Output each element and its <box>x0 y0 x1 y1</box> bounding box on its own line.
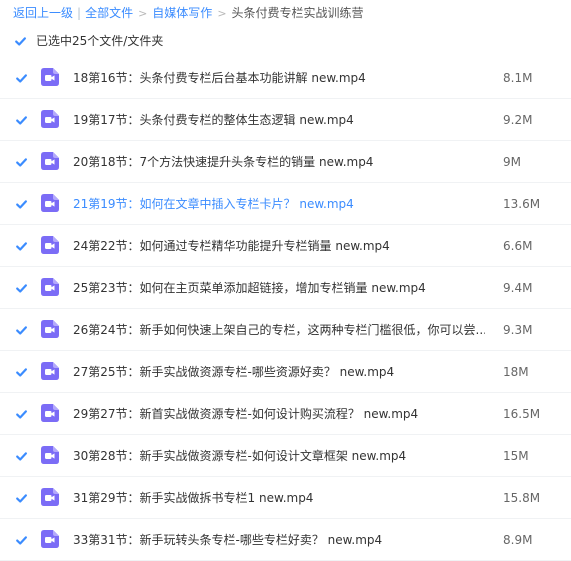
all-files-link[interactable]: 全部文件 <box>85 6 133 20</box>
video-file-icon <box>40 235 60 255</box>
file-size: 15.8M <box>503 491 541 505</box>
file-size: 9.2M <box>503 113 533 127</box>
checkmark-icon <box>16 200 27 209</box>
file-list: 18第16节：头条付费专栏后台基本功能讲解 new.mp4 8.1M 19第17节：… <box>0 57 571 561</box>
file-row[interactable]: 29第27节：新首实战做资源专栏-如何设计购买流程？ new.mp4 16.5M <box>0 393 571 435</box>
file-name[interactable]: 19第17节：头条付费专栏的整体生态逻辑 new.mp4 <box>73 111 485 129</box>
file-row[interactable]: 33第31节：新手玩转头条专栏-哪些专栏好卖？ new.mp4 8.9M <box>0 519 571 561</box>
file-size: 8.1M <box>503 71 533 85</box>
file-row[interactable]: 24第22节：如何通过专栏精华功能提升专栏销量 new.mp4 6.6M <box>0 225 571 267</box>
file-size: 9.3M <box>503 323 533 337</box>
file-checkbox[interactable] <box>15 114 28 127</box>
video-file-icon <box>40 319 60 339</box>
video-file-icon <box>40 487 60 507</box>
checkmark-icon <box>16 158 27 167</box>
breadcrumb-divider: | <box>77 6 82 20</box>
file-name[interactable]: 31第29节：新手实战做拆书专栏1 new.mp4 <box>73 489 485 507</box>
video-file-icon <box>40 403 60 423</box>
file-checkbox[interactable] <box>15 408 28 421</box>
checkmark-icon <box>16 536 27 545</box>
file-row[interactable]: 26第24节：新手如何快速上架自己的专栏，这两种专栏门槛很低，你可以尝... 9.… <box>0 309 571 351</box>
file-row[interactable]: 20第18节：7个方法快速提升头条专栏的销量 new.mp4 9M <box>0 141 571 183</box>
file-size: 8.9M <box>503 533 533 547</box>
checkmark-icon <box>16 452 27 461</box>
file-name[interactable]: 27第25节：新手实战做资源专栏-哪些资源好卖？ new.mp4 <box>73 363 485 381</box>
file-row[interactable]: 21第19节：如何在文章中插入专栏卡片？ new.mp4 13.6M <box>0 183 571 225</box>
file-size: 9.4M <box>503 281 533 295</box>
file-size: 6.6M <box>503 239 533 253</box>
file-name[interactable]: 20第18节：7个方法快速提升头条专栏的销量 new.mp4 <box>73 153 485 171</box>
file-name[interactable]: 26第24节：新手如何快速上架自己的专栏，这两种专栏门槛很低，你可以尝... <box>73 321 485 339</box>
select-all-row: 已选中25个文件/文件夹 <box>14 33 163 49</box>
checkmark-icon <box>16 116 27 125</box>
file-name[interactable]: 21第19节：如何在文章中插入专栏卡片？ new.mp4 <box>73 195 485 213</box>
file-checkbox[interactable] <box>15 450 28 463</box>
video-file-icon <box>40 151 60 171</box>
file-size: 9M <box>503 155 521 169</box>
file-name[interactable]: 30第28节：新手实战做资源专栏-如何设计文章框架 new.mp4 <box>73 447 485 465</box>
file-row[interactable]: 27第25节：新手实战做资源专栏-哪些资源好卖？ new.mp4 18M <box>0 351 571 393</box>
file-checkbox[interactable] <box>15 72 28 85</box>
video-file-icon <box>40 529 60 549</box>
video-file-icon <box>40 109 60 129</box>
file-checkbox[interactable] <box>15 282 28 295</box>
file-name[interactable]: 24第22节：如何通过专栏精华功能提升专栏销量 new.mp4 <box>73 237 485 255</box>
file-checkbox[interactable] <box>15 156 28 169</box>
select-all-checkbox[interactable] <box>14 34 27 48</box>
video-file-icon <box>40 193 60 213</box>
back-link[interactable]: 返回上一级 <box>13 6 73 20</box>
file-checkbox[interactable] <box>15 534 28 547</box>
selection-count-label: 已选中25个文件/文件夹 <box>36 34 164 48</box>
checkmark-icon <box>16 368 27 377</box>
video-file-icon <box>40 361 60 381</box>
file-row[interactable]: 19第17节：头条付费专栏的整体生态逻辑 new.mp4 9.2M <box>0 99 571 141</box>
file-row[interactable]: 25第23节：如何在主页菜单添加超链接，增加专栏销量 new.mp4 9.4M <box>0 267 571 309</box>
file-checkbox[interactable] <box>15 198 28 211</box>
file-size: 15M <box>503 449 529 463</box>
breadcrumb-current: 头条付费专栏实战训练营 <box>231 6 364 20</box>
video-file-icon <box>40 67 60 87</box>
file-row[interactable]: 31第29节：新手实战做拆书专栏1 new.mp4 15.8M <box>0 477 571 519</box>
file-name[interactable]: 25第23节：如何在主页菜单添加超链接，增加专栏销量 new.mp4 <box>73 279 485 297</box>
file-checkbox[interactable] <box>15 492 28 505</box>
chevron-right-icon: > <box>217 7 227 20</box>
checkmark-icon <box>16 410 27 419</box>
checkmark-icon <box>16 494 27 503</box>
file-size: 16.5M <box>503 407 541 421</box>
file-name[interactable]: 33第31节：新手玩转头条专栏-哪些专栏好卖？ new.mp4 <box>73 531 485 549</box>
file-name[interactable]: 29第27节：新首实战做资源专栏-如何设计购买流程？ new.mp4 <box>73 405 485 423</box>
file-size: 13.6M <box>503 197 541 211</box>
breadcrumb: 返回上一级 | 全部文件 > 自媒体写作 > 头条付费专栏实战训练营 <box>13 4 364 22</box>
file-checkbox[interactable] <box>15 240 28 253</box>
breadcrumb-folder-link[interactable]: 自媒体写作 <box>152 6 212 20</box>
checkmark-icon <box>16 326 27 335</box>
file-size: 18M <box>503 365 529 379</box>
checkmark-icon <box>15 36 26 46</box>
file-row[interactable]: 18第16节：头条付费专栏后台基本功能讲解 new.mp4 8.1M <box>0 57 571 99</box>
checkmark-icon <box>16 242 27 251</box>
video-file-icon <box>40 277 60 297</box>
chevron-right-icon: > <box>138 7 148 20</box>
file-checkbox[interactable] <box>15 366 28 379</box>
file-row[interactable]: 30第28节：新手实战做资源专栏-如何设计文章框架 new.mp4 15M <box>0 435 571 477</box>
checkmark-icon <box>16 284 27 293</box>
checkmark-icon <box>16 74 27 83</box>
file-name[interactable]: 18第16节：头条付费专栏后台基本功能讲解 new.mp4 <box>73 69 485 87</box>
file-checkbox[interactable] <box>15 324 28 337</box>
video-file-icon <box>40 445 60 465</box>
